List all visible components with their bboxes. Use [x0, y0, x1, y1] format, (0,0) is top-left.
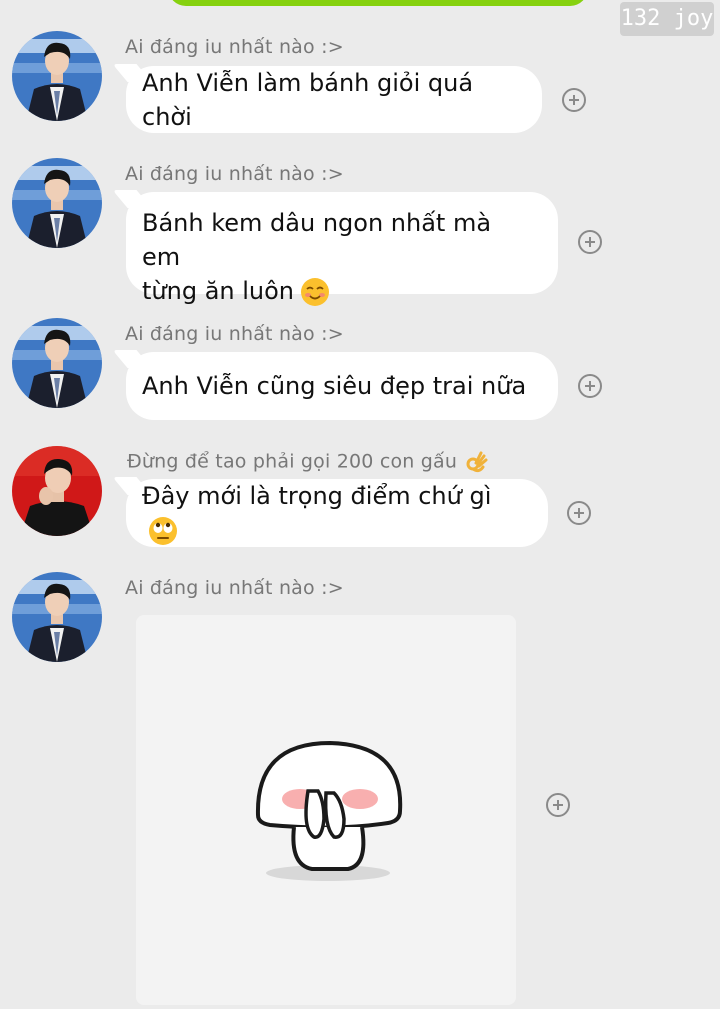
sender-avatar[interactable] — [12, 31, 102, 121]
sender-name: Ai đáng iu nhất nào :> — [125, 36, 344, 58]
rolling-eyes-emoji — [149, 517, 177, 545]
sender-name: Ai đáng iu nhất nào :> — [125, 163, 344, 185]
add-reaction-icon[interactable] — [567, 501, 591, 525]
message-bubble[interactable]: Bánh kem dâu ngon nhất mà em từng ăn luô… — [126, 192, 558, 306]
message-bubble[interactable]: Anh Viễn cũng siêu đẹp trai nữa — [126, 352, 558, 420]
sender-avatar[interactable] — [12, 158, 102, 248]
sender-avatar[interactable] — [12, 318, 102, 408]
add-reaction-icon[interactable] — [562, 88, 586, 112]
message-text: Anh Viễn cũng siêu đẹp trai nữa — [142, 372, 527, 400]
message-text: Anh Viễn làm bánh giỏi quá chời — [142, 68, 474, 131]
shy-bun-sticker — [255, 740, 403, 881]
sender-name: Ai đáng iu nhất nào :> — [125, 577, 344, 599]
add-reaction-icon[interactable] — [546, 793, 570, 817]
sender-avatar[interactable] — [12, 572, 102, 662]
sender-avatar[interactable] — [12, 446, 102, 536]
add-reaction-icon[interactable] — [578, 374, 602, 398]
sender-name: Đừng để tao phải gọi 200 con gấu — [127, 450, 489, 474]
add-reaction-icon[interactable] — [578, 230, 602, 254]
sender-name: Ai đáng iu nhất nào :> — [125, 323, 344, 345]
watermark: 132 joy — [620, 2, 714, 36]
sticker-message[interactable] — [136, 615, 516, 1005]
message-text: Đây mới là trọng điểm chứ gì — [142, 479, 526, 547]
ok-hand-emoji — [466, 451, 488, 473]
message-bubble[interactable]: Đây mới là trọng điểm chứ gì — [126, 479, 548, 547]
top-green-bar — [168, 0, 588, 6]
message-bubble[interactable]: Anh Viễn làm bánh giỏi quá chời — [126, 66, 542, 133]
message-text: Bánh kem dâu ngon nhất mà em từng ăn luô… — [142, 209, 492, 306]
smiling-face-emoji — [301, 278, 330, 306]
